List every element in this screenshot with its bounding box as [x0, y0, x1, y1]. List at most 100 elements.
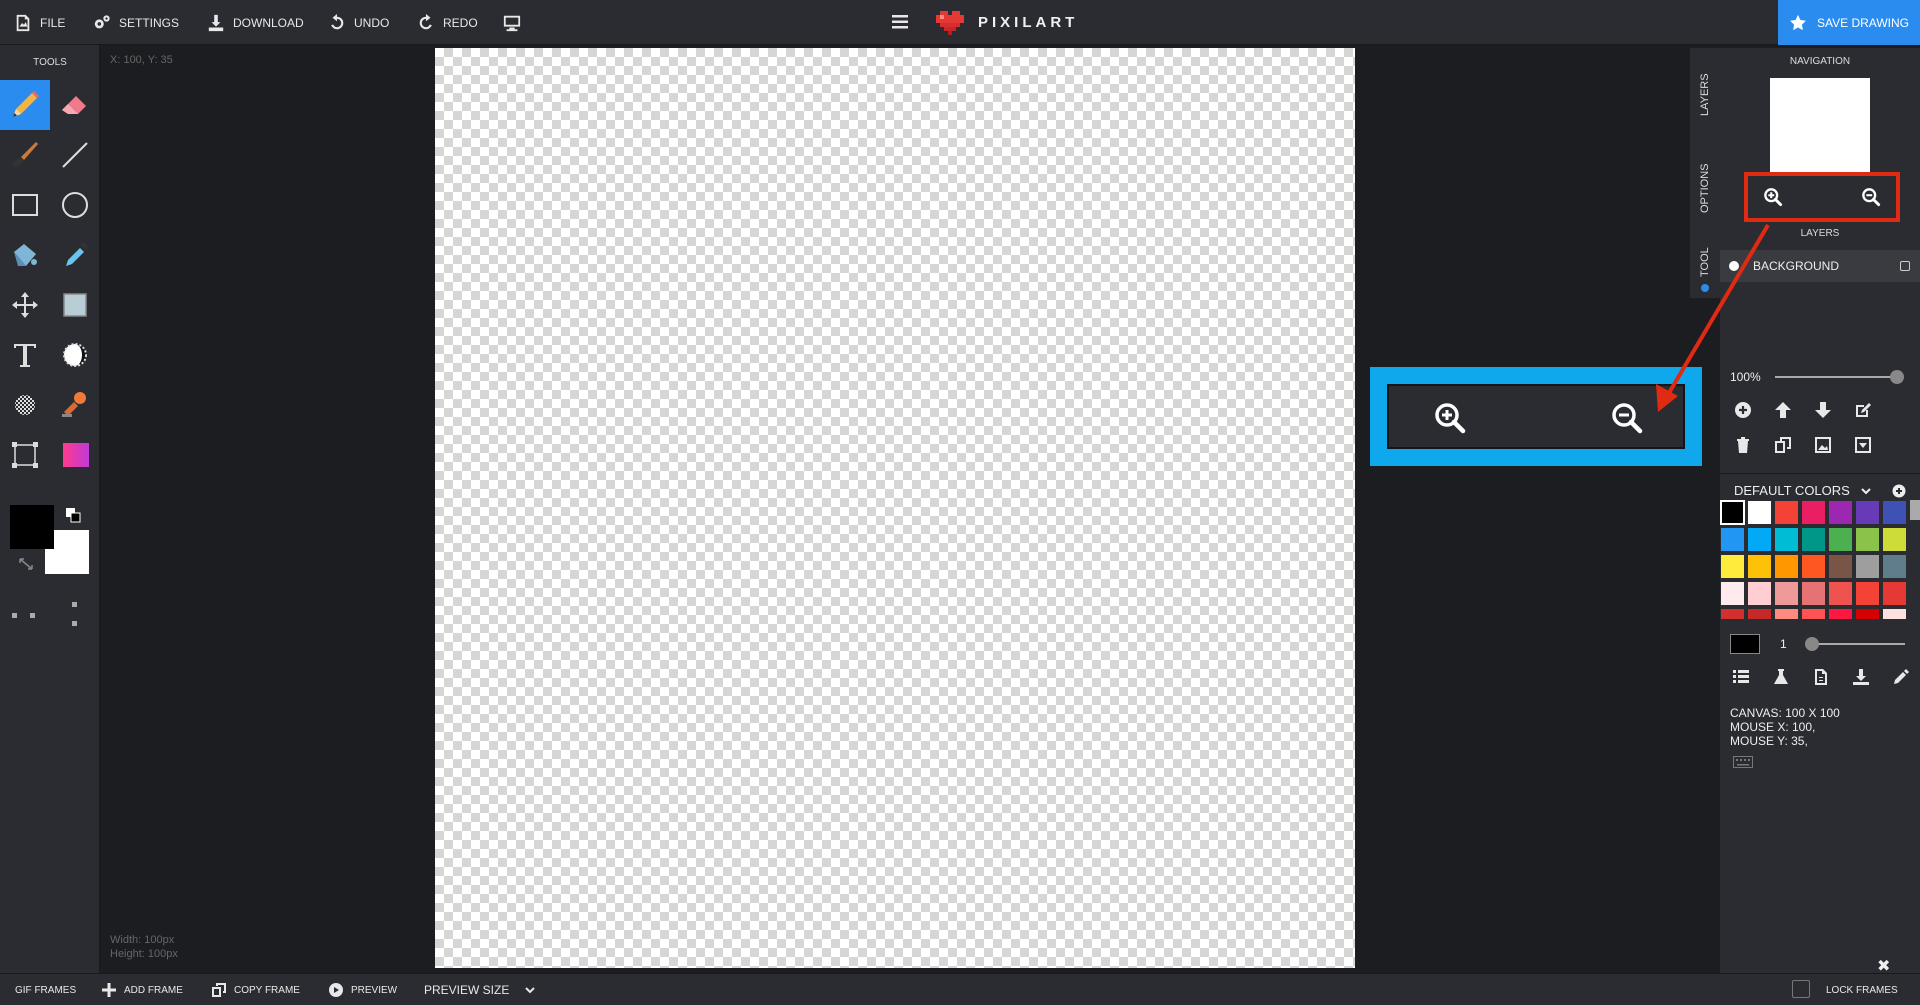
save-drawing-button[interactable]: SAVE DRAWING [1778, 0, 1920, 45]
color-swatch[interactable] [1855, 608, 1880, 620]
add-frame-button[interactable]: ADD FRAME [102, 974, 183, 1005]
color-swatch[interactable] [1801, 581, 1826, 606]
lighten-tool[interactable] [50, 330, 100, 380]
chevron-down-icon[interactable] [1860, 485, 1872, 497]
color-swatch[interactable] [1774, 554, 1799, 579]
circle-tool[interactable] [50, 180, 100, 230]
palette-scrollbar[interactable] [1910, 500, 1920, 520]
duplicate-layer-icon[interactable] [1774, 436, 1792, 454]
opacity-slider-thumb[interactable] [1890, 370, 1904, 384]
color-picker-icon[interactable] [1892, 668, 1910, 686]
color-swatch[interactable] [1855, 527, 1880, 552]
brush-size-slider-thumb[interactable] [1805, 637, 1819, 651]
color-swatch[interactable] [1774, 608, 1799, 620]
layer-image-icon[interactable] [1814, 436, 1832, 454]
color-swatch[interactable] [1747, 554, 1772, 579]
swap-colors-icon[interactable] [65, 507, 81, 523]
color-swatch[interactable] [1801, 527, 1826, 552]
color-swatch[interactable] [1882, 554, 1907, 579]
navigation-preview[interactable] [1770, 78, 1870, 176]
reset-colors-icon[interactable] [18, 557, 34, 571]
pixel-size-2x-b[interactable] [72, 621, 77, 626]
gif-frames-button[interactable]: GIF FRAMES [15, 974, 76, 1005]
brush-preview [1730, 634, 1760, 654]
move-layer-down-icon[interactable] [1814, 401, 1832, 419]
pixilart-logo[interactable]: PIXILART [936, 0, 1078, 45]
color-swatch[interactable] [1720, 527, 1745, 552]
list-icon[interactable] [1732, 668, 1750, 686]
merge-layer-icon[interactable] [1854, 436, 1872, 454]
color-swatch[interactable] [1747, 581, 1772, 606]
color-swatch[interactable] [1801, 500, 1826, 525]
color-swatch[interactable] [1774, 581, 1799, 606]
dither-tool[interactable] [0, 380, 50, 430]
delete-layer-icon[interactable] [1734, 436, 1752, 454]
color-swatch[interactable] [1774, 527, 1799, 552]
gradient-icon [63, 443, 89, 467]
copy-frame-button[interactable]: COPY FRAME [212, 974, 300, 1005]
color-swatch[interactable] [1882, 527, 1907, 552]
preview-size-dropdown[interactable]: PREVIEW SIZE [424, 974, 537, 1005]
color-swatch[interactable] [1720, 500, 1745, 525]
color-swatch[interactable] [1720, 581, 1745, 606]
color-swatch[interactable] [1828, 500, 1853, 525]
text-tool[interactable] [0, 330, 50, 380]
stamp-tool[interactable] [50, 380, 100, 430]
line-tool[interactable] [50, 130, 100, 180]
download-button[interactable]: DOWNLOAD [207, 0, 304, 45]
color-swatch[interactable] [1720, 608, 1745, 620]
eraser-tool[interactable] [50, 80, 100, 130]
file-code-icon[interactable] [1812, 668, 1830, 686]
color-swatch[interactable] [1828, 581, 1853, 606]
fill-rect-tool[interactable] [50, 280, 100, 330]
settings-button[interactable]: SETTINGS [93, 0, 179, 45]
color-swatch[interactable] [1801, 554, 1826, 579]
drawing-canvas[interactable] [435, 48, 1355, 968]
brush-size-slider-track[interactable] [1815, 643, 1905, 645]
color-swatch[interactable] [1774, 500, 1799, 525]
keyboard-icon[interactable] [1733, 756, 1753, 768]
gradient-tool[interactable] [50, 430, 100, 480]
flask-icon[interactable] [1772, 668, 1790, 686]
pencil-tool[interactable] [0, 80, 50, 130]
bucket-tool[interactable] [0, 230, 50, 280]
color-swatch[interactable] [1882, 581, 1907, 606]
color-swatch[interactable] [1855, 554, 1880, 579]
palette-name[interactable]: DEFAULT COLORS [1734, 483, 1850, 498]
select-tool[interactable] [0, 430, 50, 480]
opacity-slider-track[interactable] [1775, 376, 1900, 378]
color-swatch[interactable] [1747, 500, 1772, 525]
color-swatch[interactable] [1882, 500, 1907, 525]
rename-layer-icon[interactable] [1854, 401, 1872, 419]
file-menu-button[interactable]: FILE [14, 0, 65, 45]
color-swatch[interactable] [1801, 608, 1826, 620]
eyedropper-tool[interactable] [50, 230, 100, 280]
color-swatch[interactable] [1828, 608, 1853, 620]
lock-frames-checkbox[interactable] [1792, 980, 1810, 998]
palette-download-icon[interactable] [1852, 668, 1870, 686]
color-swatch[interactable] [1720, 554, 1745, 579]
color-swatch[interactable] [1882, 608, 1907, 620]
rectangle-tool[interactable] [0, 180, 50, 230]
add-color-icon[interactable] [1892, 484, 1906, 498]
tab-layers[interactable]: LAYERS [1690, 60, 1720, 130]
color-swatch[interactable] [1747, 608, 1772, 620]
color-swatch[interactable] [1828, 554, 1853, 579]
fullscreen-button[interactable] [503, 0, 521, 45]
brush-tool[interactable] [0, 130, 50, 180]
primary-color-swatch-front[interactable] [10, 505, 54, 549]
preview-button[interactable]: PREVIEW [329, 974, 397, 1005]
color-swatch[interactable] [1855, 581, 1880, 606]
color-swatch[interactable] [1855, 500, 1880, 525]
layer-lock-checkbox[interactable] [1900, 261, 1910, 271]
pixel-size-1x[interactable] [12, 613, 17, 618]
redo-button[interactable]: REDO [417, 0, 478, 45]
color-swatch[interactable] [1828, 527, 1853, 552]
move-tool[interactable] [0, 280, 50, 330]
pixel-size-2x[interactable] [72, 602, 77, 607]
menu-icon[interactable] [892, 15, 908, 29]
pixel-size-1x-b[interactable] [30, 613, 35, 618]
color-swatch[interactable] [1747, 527, 1772, 552]
undo-button[interactable]: UNDO [328, 0, 389, 45]
tab-options[interactable]: OPTIONS [1690, 148, 1720, 228]
